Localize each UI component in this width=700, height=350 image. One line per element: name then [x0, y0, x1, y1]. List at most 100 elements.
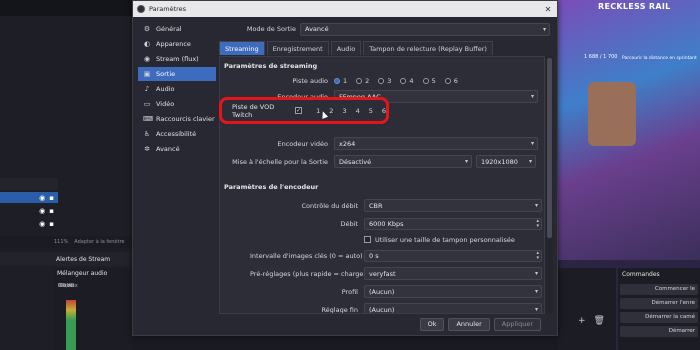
rate-control-row: Contrôle du débit CBR ▾ [250, 199, 542, 212]
sidebar-item-appearance[interactable]: ◐ Apparence [138, 37, 216, 51]
source-row[interactable]: ◉ ▪ [0, 205, 58, 216]
tune-select[interactable]: (Aucun) ▾ [364, 303, 542, 314]
tune-value: (Aucun) [369, 305, 395, 314]
keyframe-label: Intervalle d'images clés (0 = auto) [250, 251, 363, 260]
sidebar-item-stream[interactable]: ◉ Stream (flux) [138, 52, 216, 66]
dialog-footer: Ok Annuler Appliquer [219, 315, 553, 333]
output-icon: ▣ [143, 70, 151, 78]
rescale-resolution-select[interactable]: 1920x1080 ▾ [476, 155, 536, 168]
eye-icon[interactable]: ◉ [39, 207, 45, 215]
scrollbar-thumb[interactable] [547, 58, 552, 238]
eye-icon[interactable]: ◉ [39, 220, 45, 228]
sidebar-item-advanced[interactable]: ✲ Avancé [138, 142, 216, 156]
sidebar-item-video[interactable]: ▭ Vidéo [138, 97, 216, 111]
track-radio-4[interactable]: 4 [400, 77, 414, 85]
sidebar-item-audio[interactable]: ♪ Audio [138, 82, 216, 96]
vod-track-6[interactable]: 6 [382, 107, 386, 115]
sidebar-item-accessibility[interactable]: ♿ Accessibilité [138, 127, 216, 141]
sidebar-item-label: Général [156, 25, 182, 33]
apply-button[interactable]: Appliquer [493, 317, 541, 331]
trash-icon[interactable]: 🗑 [594, 316, 605, 326]
audio-track-label: Piste audio [292, 76, 328, 85]
track-radio-5[interactable]: 5 [422, 76, 436, 85]
sidebar-item-label: Avancé [156, 145, 180, 153]
lock-icon[interactable]: ▪ [49, 207, 54, 215]
video-encoder-row: Encodeur vidéo x264 ▾ [220, 137, 538, 150]
sidebar-item-general[interactable]: ⚙ Général [138, 22, 216, 36]
pane-scrollbar[interactable] [546, 56, 553, 314]
chevron-down-icon: ▾ [542, 25, 546, 33]
rate-control-select[interactable]: CBR ▾ [364, 199, 542, 212]
profile-label: Profil [341, 287, 358, 296]
tab-recording[interactable]: Enregistrement [266, 41, 329, 55]
dialog-titlebar: Paramètres ✕ [133, 1, 557, 17]
chevron-down-icon: ▾ [534, 270, 538, 277]
sidebar-item-hotkeys[interactable]: ⌨ Raccourcis clavier [138, 112, 216, 126]
chevron-down-icon: ▾ [534, 288, 538, 295]
close-icon[interactable]: ✕ [539, 2, 557, 16]
radio-label: 5 [431, 76, 436, 85]
keyboard-icon: ⌨ [143, 115, 154, 123]
start-virtualcam-button[interactable]: Démarrer la camé [620, 312, 698, 323]
wrench-icon: ✲ [144, 145, 150, 153]
zoom-level[interactable]: 111% [54, 239, 68, 245]
sources-header [0, 178, 58, 190]
track-radio-3[interactable]: 3 [378, 77, 391, 85]
zoom-hint[interactable]: Adapter à la fenêtre [74, 239, 124, 245]
track-radio-6[interactable]: 6 [444, 77, 458, 85]
streaming-pane: Paramètres de streaming Piste audio 1 2 … [219, 56, 545, 314]
rescale-select[interactable]: Désactivé ▾ [334, 155, 472, 168]
sidebar-item-label: Vidéo [156, 100, 175, 108]
sidebar-item-output[interactable]: ▣ Sortie [138, 67, 216, 81]
track-radio-1[interactable]: 1 [334, 77, 347, 85]
custom-buffer-checkbox[interactable] [364, 236, 371, 243]
rescale-row: Mise à l'échelle pour la Sortie Désactiv… [220, 155, 536, 168]
lock-icon[interactable]: ▪ [49, 194, 54, 202]
tab-streaming[interactable]: Streaming [219, 41, 265, 55]
keyframe-value: 0 s [369, 251, 379, 260]
output-mode-select[interactable]: Avancé ▾ [300, 22, 550, 36]
vod-track-3[interactable]: 3 [342, 107, 346, 115]
track-radio-2[interactable]: 2 [356, 77, 369, 85]
twitch-vod-checkbox[interactable]: ✓ [295, 107, 303, 114]
spinner-arrows-icon[interactable]: ▴ ▾ [536, 250, 539, 262]
encoder-section-title: Paramètres de l'encodeur [224, 183, 319, 191]
eye-icon[interactable]: ◉ [39, 194, 45, 202]
sidebar-item-label: Raccourcis clavier [156, 115, 215, 123]
keyframe-input[interactable]: 0 s ▴ ▾ [364, 249, 542, 262]
bitrate-input[interactable]: 6000 Kbps ▴ ▾ [364, 217, 542, 230]
profile-value: (Aucun) [369, 287, 395, 296]
tab-replay-buffer[interactable]: Tampon de relecture (Replay Buffer) [363, 41, 493, 55]
cancel-button[interactable]: Annuler [448, 317, 490, 331]
source-row[interactable]: ◉ ▪ [0, 218, 58, 229]
start-recording-button[interactable]: Démarrer l'enre [620, 298, 698, 309]
profile-select[interactable]: (Aucun) ▾ [364, 285, 542, 298]
chevron-down-icon: ▾ [464, 158, 468, 165]
add-icon[interactable]: + [578, 316, 586, 326]
rate-control-value: CBR [369, 201, 383, 210]
accessibility-icon: ♿ [143, 130, 151, 138]
sidebar-item-label: Apparence [156, 40, 191, 48]
start-streaming-button[interactable]: Commencer le [620, 284, 698, 295]
output-mode-row: Mode de Sortie Avancé ▾ [219, 22, 553, 36]
zoom-bar: 111% Adapter à la fenêtre [0, 236, 132, 248]
tab-audio[interactable]: Audio [330, 41, 362, 55]
sidebar-item-label: Sortie [156, 70, 176, 78]
dock-tab-label: Alertes de Stream [56, 255, 111, 263]
vod-track-4[interactable]: 4 [356, 107, 360, 115]
bitrate-value: 6000 Kbps [369, 219, 404, 228]
sidebar-item-label: Stream (flux) [156, 55, 199, 63]
preset-select[interactable]: veryfast ▾ [364, 267, 542, 280]
dock-tab-alerts[interactable]: Alertes de Stream [0, 252, 132, 266]
lock-icon[interactable]: ▪ [49, 220, 54, 228]
vod-track-5[interactable]: 5 [369, 107, 373, 115]
video-encoder-select[interactable]: x264 ▾ [334, 137, 538, 150]
ok-button[interactable]: Ok [419, 317, 445, 331]
source-row[interactable]: ◉ ▪ [0, 192, 58, 203]
webcam-overlay [588, 82, 636, 146]
spinner-arrows-icon[interactable]: ▴ ▾ [536, 218, 539, 230]
obs-logo-icon [137, 5, 145, 13]
start-replay-button[interactable]: Démarrer [620, 326, 698, 337]
vod-track-2[interactable]: 2 [329, 107, 333, 115]
radio-label: 3 [387, 76, 392, 85]
